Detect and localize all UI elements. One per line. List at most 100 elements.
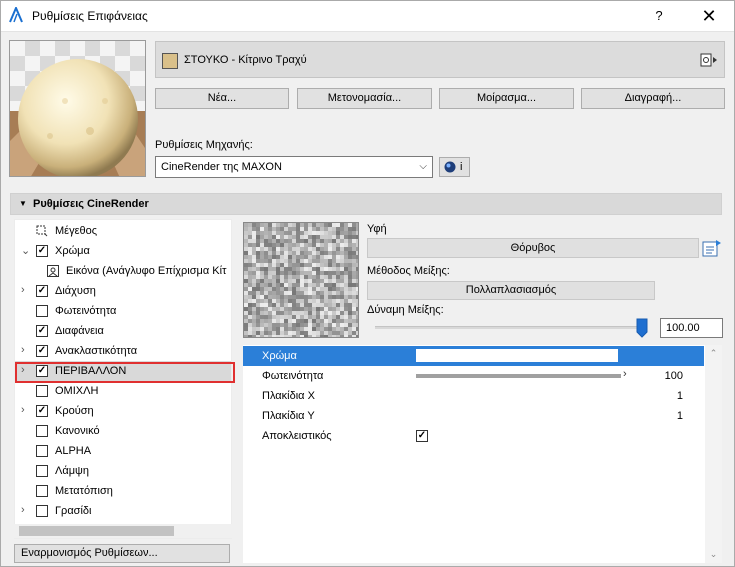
tree-item-label: Διαφάνεια: [55, 325, 104, 337]
color-value-field[interactable]: [416, 349, 618, 362]
texture-browse-icon[interactable]: [702, 239, 722, 258]
scrollbar-thumb[interactable]: [19, 526, 174, 536]
parameter-table[interactable]: Χρώμα Φωτεινότητα › 100 Πλακίδια Χ 1 Πλακίδια …: [243, 345, 721, 563]
blend-mode-label: Μέθοδος Μείξης:: [367, 265, 450, 277]
chevron-right-icon[interactable]: ›: [21, 504, 25, 516]
tree-item[interactable]: ✓ Διαφάνεια: [15, 321, 231, 341]
tree-item-label: Φωτεινότητα: [55, 305, 117, 317]
tree-item-label: Ανακλαστικότητα: [55, 345, 138, 357]
parameter-vertical-scrollbar[interactable]: ⌃ ⌄: [705, 345, 722, 563]
tree-item[interactable]: › ✓ Κρούση: [15, 401, 231, 421]
tree-item[interactable]: ⌄ ✓ Χρώμα: [15, 241, 231, 261]
parameter-label: Πλακίδια Χ: [262, 390, 315, 402]
preview-sphere-image: [10, 41, 145, 176]
parameter-row[interactable]: Φωτεινότητα › 100: [243, 366, 704, 386]
tree-item[interactable]: › ✓ Ανακλαστικότητα: [15, 341, 231, 361]
tree-item[interactable]: Κανονικό: [15, 421, 231, 441]
checkbox[interactable]: ✓: [36, 325, 48, 337]
texture-preview: [243, 222, 359, 338]
noise-texture-image: [244, 223, 358, 337]
blend-strength-slider[interactable]: [375, 326, 645, 329]
cinerender-section-header[interactable]: ▼ Ρυθμίσεις CineRender: [10, 193, 722, 215]
help-button[interactable]: ?: [648, 5, 670, 27]
slider-chevron-icon[interactable]: ›: [623, 368, 627, 380]
material-menu-icon[interactable]: [700, 52, 718, 68]
tree-item-label: Διάχυση: [55, 285, 96, 297]
checkbox[interactable]: [36, 485, 48, 497]
tree-item-label: ALPHA: [55, 445, 92, 457]
material-selector[interactable]: ΣΤΟΥΚΟ - Κίτρινο Τραχύ: [155, 41, 725, 78]
engine-select[interactable]: CineRender της MAXON ⌵: [155, 156, 433, 178]
chevron-right-icon[interactable]: ›: [21, 404, 25, 416]
checkbox[interactable]: [36, 385, 48, 397]
close-button[interactable]: ✕: [694, 5, 724, 27]
material-preview: [9, 40, 146, 177]
tree-item[interactable]: Φωτεινότητα: [15, 301, 231, 321]
checkbox[interactable]: ✓: [36, 345, 48, 357]
collapse-triangle-icon: ▼: [19, 199, 27, 208]
engine-label: Ρυθμίσεις Μηχανής:: [155, 139, 253, 151]
parameter-value[interactable]: 1: [677, 390, 683, 402]
parameter-row[interactable]: Αποκλειστικός ✓: [243, 426, 704, 446]
tree-item[interactable]: Λάμψη: [15, 461, 231, 481]
highlight-box: [15, 362, 235, 383]
chevron-right-icon[interactable]: ›: [21, 284, 25, 296]
parameter-row[interactable]: Χρώμα: [243, 346, 704, 366]
engine-info-button[interactable]: i: [439, 157, 470, 177]
tree-item[interactable]: ΟΜΙΧΛΗ: [15, 381, 231, 401]
checkbox[interactable]: ✓: [36, 405, 48, 417]
image-icon: [47, 265, 59, 277]
brightness-slider[interactable]: [416, 374, 621, 378]
tree-item-label: Εικόνα (Ανάγλυφο Επίχρισμα Κίτ: [66, 265, 227, 277]
checkbox[interactable]: [36, 445, 48, 457]
delete-button[interactable]: Διαγραφή...: [581, 88, 725, 109]
checkbox[interactable]: [36, 305, 48, 317]
cinerender-icon: [444, 161, 456, 173]
section-title: Ρυθμίσεις CineRender: [33, 198, 149, 210]
checkbox[interactable]: ✓: [36, 245, 48, 257]
slider-thumb[interactable]: [636, 318, 648, 338]
tree-item-label: Λάμψη: [55, 465, 90, 477]
tree-item[interactable]: Μετατόπιση: [15, 481, 231, 501]
tree-item[interactable]: Εικόνα (Ανάγλυφο Επίχρισμα Κίτ: [15, 261, 231, 281]
material-color-swatch: [162, 53, 178, 69]
tree-item[interactable]: Μέγεθος: [15, 221, 231, 241]
parameter-value[interactable]: 1: [677, 410, 683, 422]
engine-value: CineRender της MAXON: [161, 161, 282, 173]
parameter-label: Χρώμα: [262, 350, 297, 362]
parameter-label: Αποκλειστικός: [262, 430, 332, 442]
blend-mode-select[interactable]: Πολλαπλασιασμός: [367, 281, 655, 300]
checkbox[interactable]: [36, 505, 48, 517]
blend-strength-label: Δύναμη Μείξης:: [367, 304, 444, 316]
parameter-row[interactable]: Πλακίδια Χ 1: [243, 386, 704, 406]
checkbox[interactable]: [36, 465, 48, 477]
tree-item-label: Μετατόπιση: [55, 485, 113, 497]
checkbox[interactable]: [36, 425, 48, 437]
size-icon: [36, 225, 48, 237]
parameter-value[interactable]: 100: [665, 370, 683, 382]
scroll-up-icon[interactable]: ⌃: [705, 348, 722, 359]
material-name: ΣΤΟΥΚΟ - Κίτρινο Τραχύ: [184, 54, 307, 66]
parameter-row[interactable]: Πλακίδια Υ 1: [243, 406, 704, 426]
window-title: Ρυθμίσεις Επιφάνειας: [32, 9, 148, 23]
tree-item[interactable]: ALPHA: [15, 441, 231, 461]
parameter-label: Φωτεινότητα: [262, 370, 324, 382]
info-label: i: [460, 161, 463, 173]
tree-item[interactable]: › Γρασίδι: [15, 501, 231, 521]
harmonize-settings-button[interactable]: Εναρμονισμός Ρυθμίσεων...: [14, 544, 230, 563]
texture-select[interactable]: Θόρυβος: [367, 238, 699, 258]
exclusive-checkbox[interactable]: ✓: [416, 430, 428, 442]
new-button[interactable]: Νέα...: [155, 88, 289, 109]
title-bar: Ρυθμίσεις Επιφάνειας ? ✕: [0, 0, 735, 32]
checkbox[interactable]: ✓: [36, 285, 48, 297]
blend-strength-input[interactable]: 100.00: [660, 318, 723, 338]
scroll-down-icon[interactable]: ⌄: [705, 549, 722, 560]
tree-horizontal-scrollbar[interactable]: [14, 524, 232, 538]
rename-button[interactable]: Μετονομασία...: [297, 88, 432, 109]
share-button[interactable]: Μοίρασμα...: [439, 88, 574, 109]
chevron-right-icon[interactable]: ›: [21, 344, 25, 356]
chevron-down-icon: ⌵: [419, 161, 427, 172]
tree-item[interactable]: › ✓ Διάχυση: [15, 281, 231, 301]
chevron-down-icon[interactable]: ⌄: [21, 244, 30, 257]
parameter-label: Πλακίδια Υ: [262, 410, 315, 422]
